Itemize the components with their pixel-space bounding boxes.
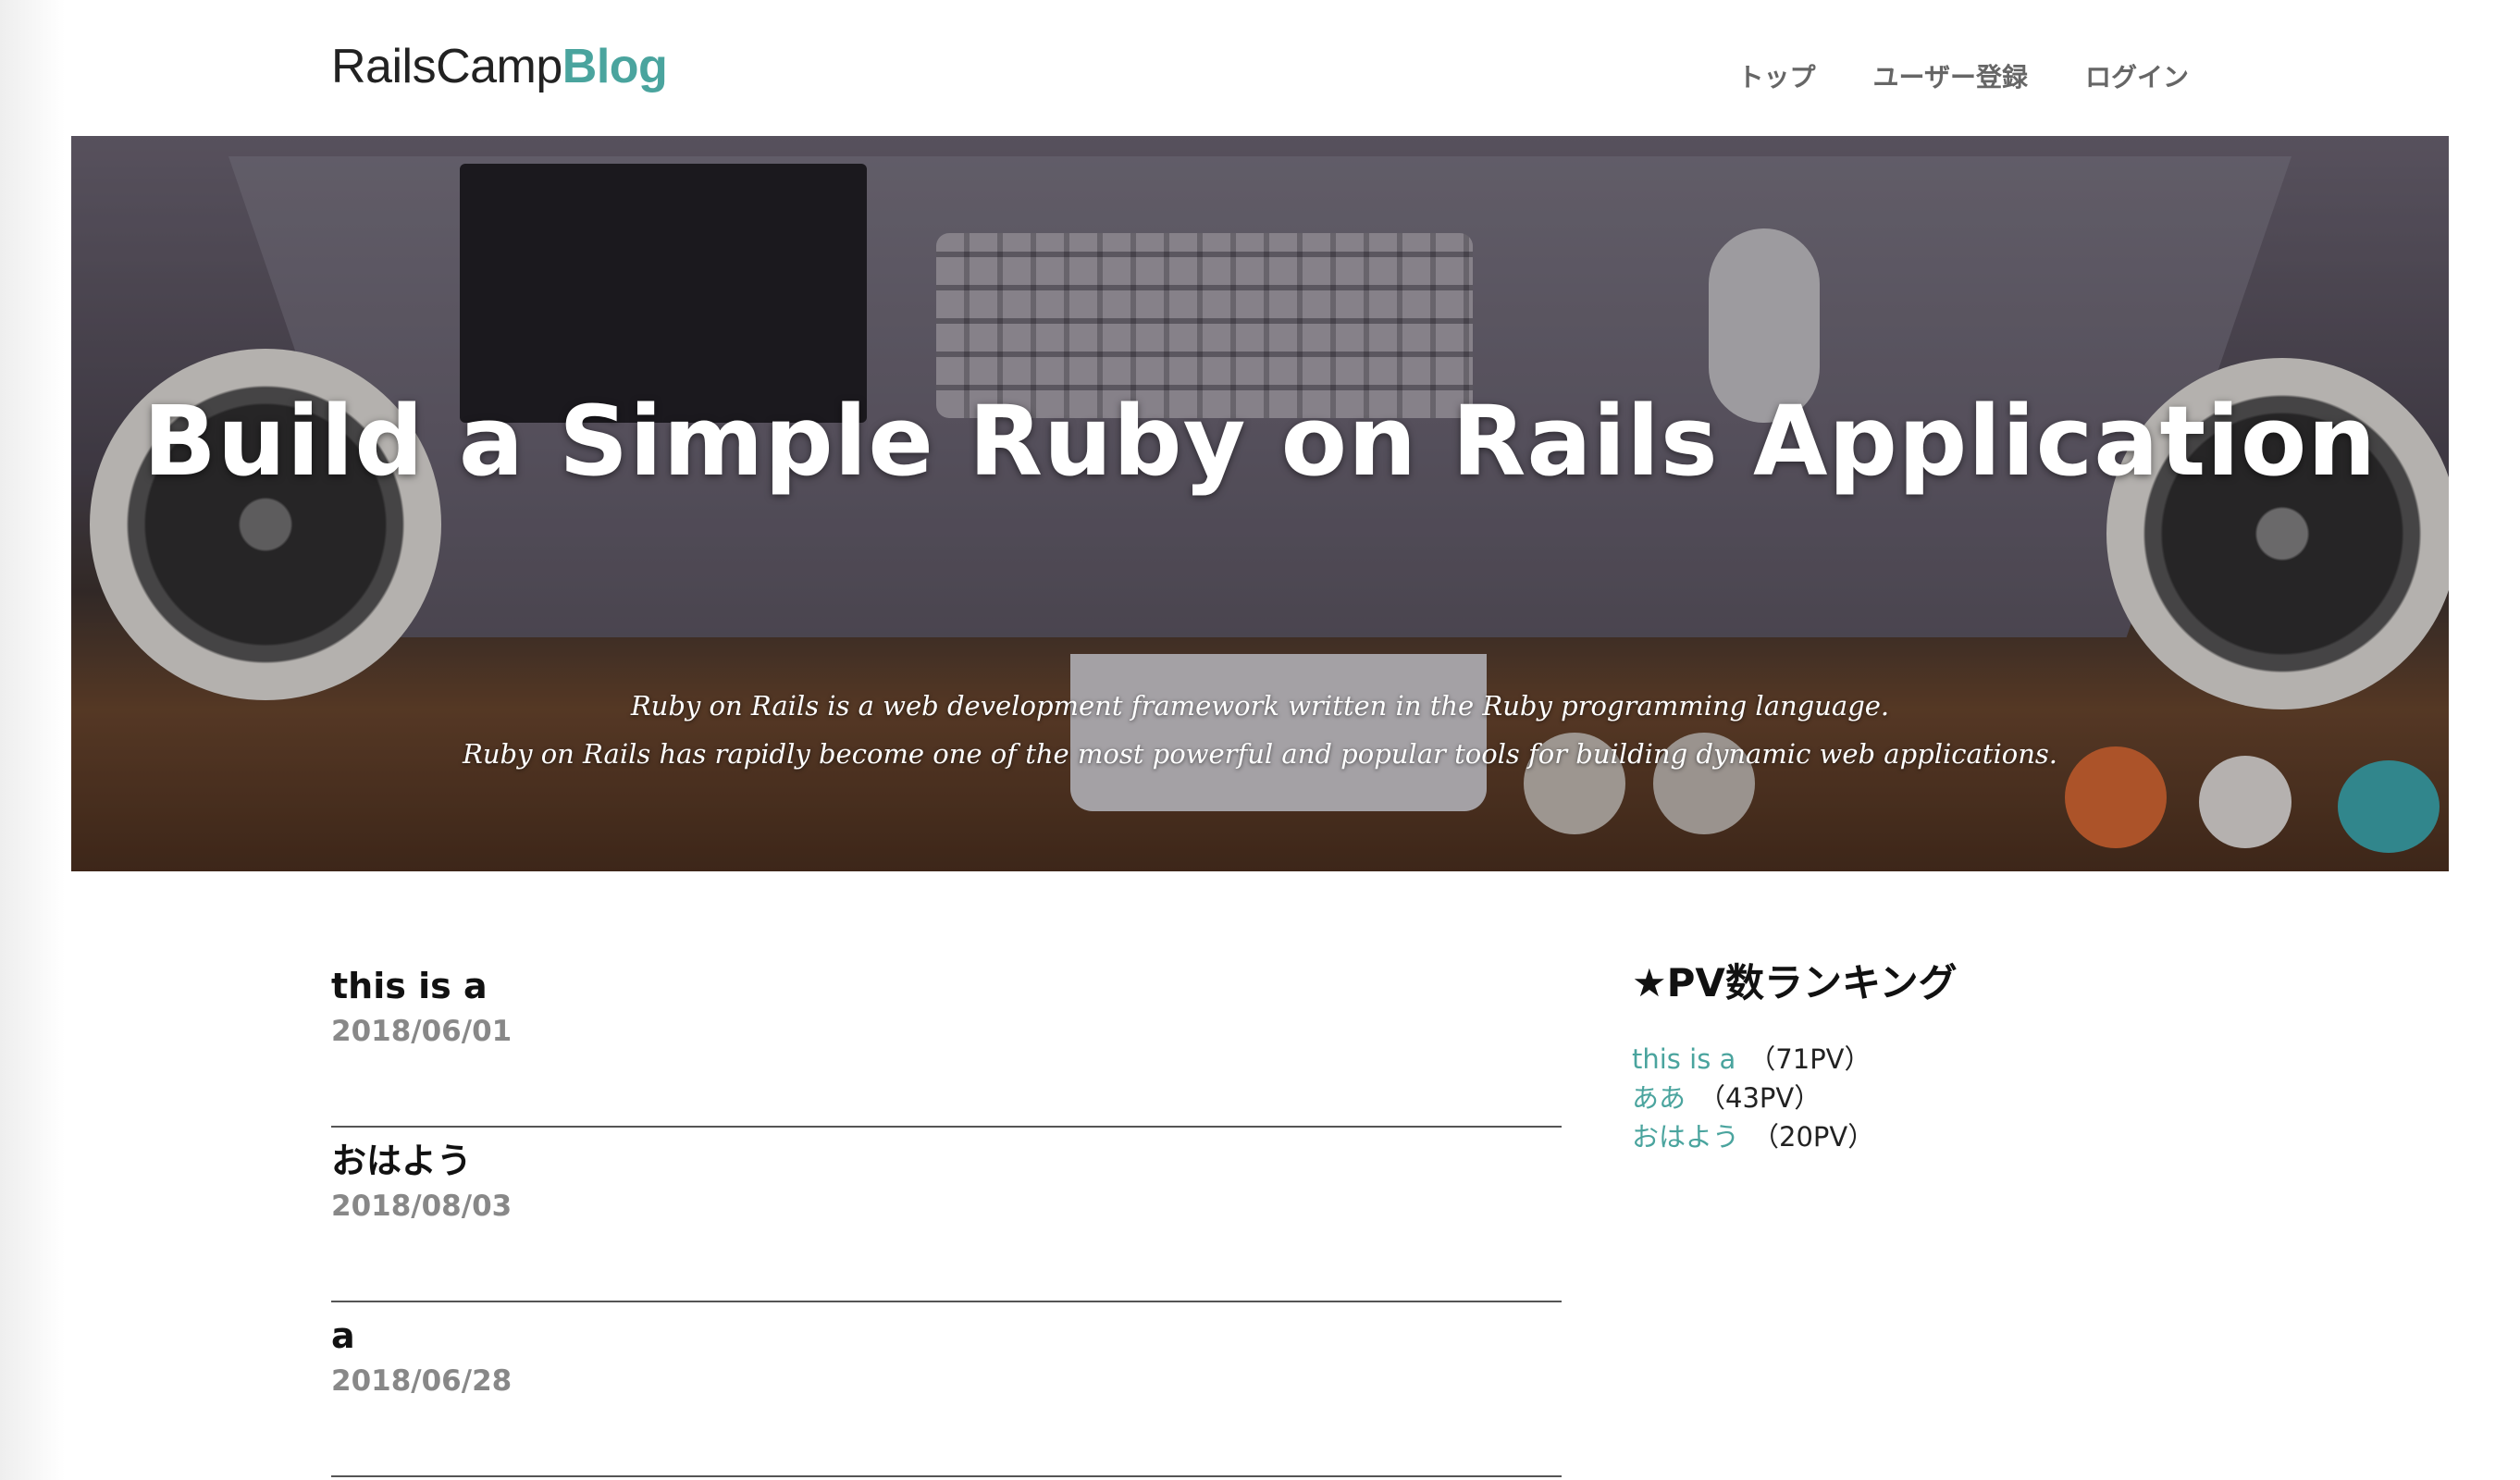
post-date: 2018/06/01 — [331, 1015, 513, 1048]
nav-login-link[interactable]: ログイン — [2085, 59, 2189, 96]
site-header: RailsCampBlog トップ ユーザー登録 ログイン — [0, 0, 2520, 137]
nav-signup-link[interactable]: ユーザー登録 — [1873, 59, 2028, 96]
ranking-item: おはよう （20PV） — [1632, 1117, 2187, 1156]
post-title[interactable]: おはよう — [331, 1139, 472, 1183]
ranking-title: ★PV数ランキング — [1632, 960, 1958, 1005]
main-nav: トップ ユーザー登録 ログイン — [1738, 59, 2189, 96]
nav-top-link[interactable]: トップ — [1738, 59, 1816, 96]
ranking-item-pv: （43PV） — [1699, 1082, 1822, 1114]
hero-subtitle-line-2: Ruby on Rails has rapidly become one of … — [463, 738, 2057, 770]
post-item[interactable]: おはよう 2018/08/03 — [331, 1128, 1562, 1302]
page-edge-shadow — [0, 0, 65, 1480]
ranking-item-pv: （71PV） — [1748, 1043, 1871, 1075]
hero-title: Build a Simple Ruby on Rails Application — [142, 385, 2378, 498]
post-item[interactable]: this is a 2018/06/01 — [331, 953, 1562, 1128]
ranking-item-pv: （20PV） — [1752, 1121, 1875, 1153]
post-list: this is a 2018/06/01 おはよう 2018/08/03 a 2… — [331, 953, 1562, 1477]
ranking-item-link[interactable]: ああ — [1632, 1082, 1686, 1114]
ranking-list: this is a （71PV） ああ （43PV） おはよう （20PV） — [1632, 1040, 2187, 1156]
brand-accent: Blog — [562, 40, 668, 93]
ranking-item-link[interactable]: おはよう — [1632, 1121, 1739, 1153]
post-title[interactable]: this is a — [331, 964, 488, 1008]
ranking-item: ああ （43PV） — [1632, 1079, 2187, 1117]
hero-banner: Build a Simple Ruby on Rails Application… — [71, 136, 2449, 871]
post-date: 2018/08/03 — [331, 1190, 513, 1223]
ranking-item: this is a （71PV） — [1632, 1040, 2187, 1079]
post-date: 2018/06/28 — [331, 1364, 513, 1398]
post-title[interactable]: a — [331, 1314, 355, 1358]
hero-subtitle-line-1: Ruby on Rails is a web development frame… — [630, 690, 1890, 722]
site-logo[interactable]: RailsCampBlog — [331, 35, 668, 98]
ranking-item-link[interactable]: this is a — [1632, 1043, 1736, 1075]
brand-name: RailsCamp — [331, 40, 562, 93]
pv-ranking-sidebar: ★PV数ランキング this is a （71PV） ああ （43PV） おはよう （… — [1632, 953, 2187, 1156]
post-item[interactable]: a 2018/06/28 — [331, 1302, 1562, 1477]
